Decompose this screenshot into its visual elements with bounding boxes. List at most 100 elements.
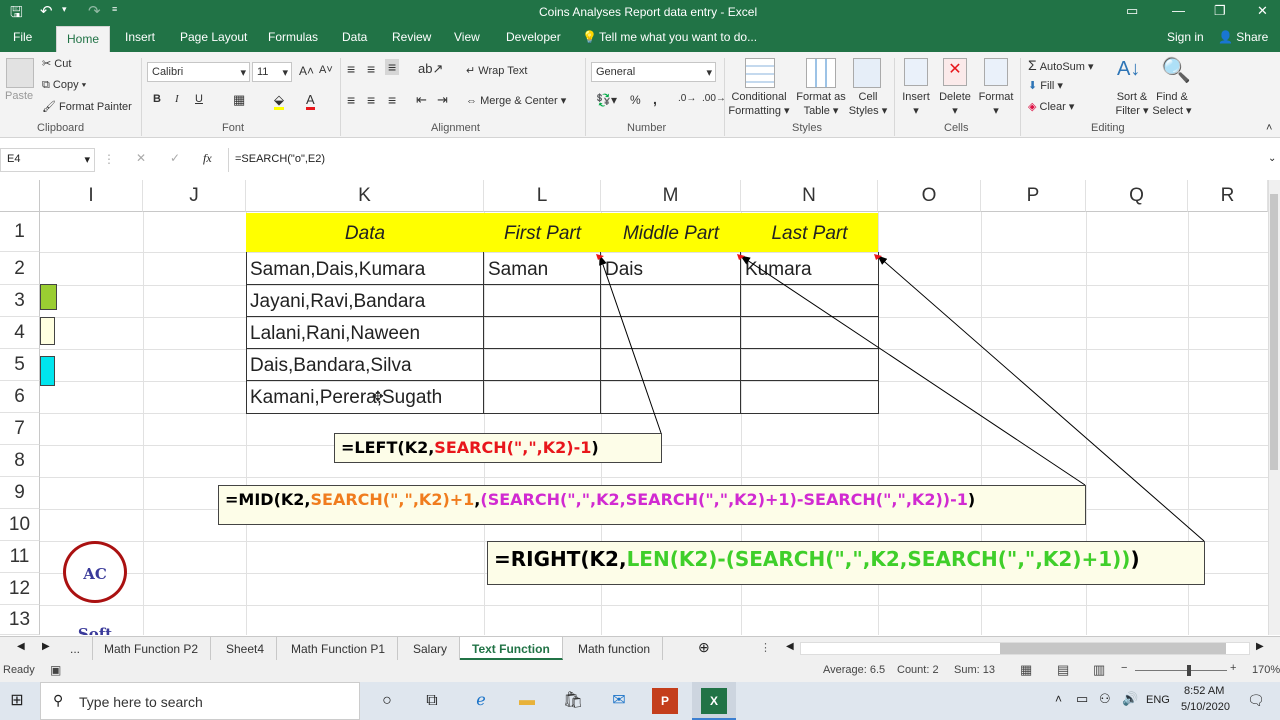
file-explorer-icon[interactable]: ▬ — [514, 688, 540, 714]
horizontal-scroll-thumb[interactable] — [1000, 643, 1226, 654]
macro-record-icon[interactable]: ▣ — [50, 663, 61, 677]
sheet-tab-text-function[interactable]: Text Function — [460, 637, 563, 660]
show-hidden-icons[interactable]: ˄ — [1055, 692, 1062, 706]
sheet-tab-salary[interactable]: Salary — [401, 637, 461, 660]
formula-input[interactable]: =SEARCH("o",E2) — [228, 148, 1268, 172]
powerpoint-icon[interactable]: P — [652, 688, 678, 714]
tell-me-search[interactable]: Tell me what you want to do... — [599, 30, 757, 44]
add-sheet-icon[interactable]: ⊕ — [698, 639, 710, 656]
tab-review[interactable]: Review — [392, 30, 431, 44]
bold-button[interactable]: B — [153, 93, 161, 105]
store-icon[interactable]: 🛍 — [560, 688, 586, 714]
increase-font-icon[interactable]: A˄ — [299, 64, 314, 78]
cancel-icon[interactable]: ✕ — [136, 151, 146, 165]
merge-center-button[interactable]: ⇔ Merge & Center ▾ — [466, 94, 566, 107]
normal-view-icon[interactable]: ▦ — [1020, 662, 1032, 678]
align-left-icon[interactable]: ≡ — [347, 92, 355, 108]
tab-formulas[interactable]: Formulas — [268, 30, 318, 44]
cell-styles-button[interactable]: Cell Styles ▾ — [848, 90, 888, 118]
taskbar-search-box[interactable]: ⚲ Type here to search — [40, 682, 360, 720]
sheet-tab-math-function-p2[interactable]: Math Function P2 — [92, 637, 212, 660]
clock-time[interactable]: 8:52 AM — [1184, 685, 1224, 697]
task-view-icon[interactable]: ⧉ — [419, 688, 445, 714]
insert-function-button[interactable]: fx — [203, 151, 212, 166]
language-indicator[interactable]: ENG — [1146, 694, 1170, 706]
align-bottom-icon[interactable]: ≡ — [385, 59, 400, 75]
align-top-icon[interactable]: ≡ — [347, 61, 355, 77]
comma-button[interactable]: , — [653, 91, 657, 107]
hscroll-left-icon[interactable]: ◀ — [786, 641, 794, 652]
copy-button[interactable]: ⧉ Copy ▾ — [42, 79, 86, 92]
customize-qat-icon[interactable]: ≡ — [112, 4, 117, 14]
align-center-icon[interactable]: ≡ — [367, 92, 375, 108]
mail-icon[interactable]: ✉ — [606, 688, 632, 714]
minimize-button[interactable]: — — [1172, 3, 1185, 18]
number-format-combo[interactable]: General ▾ — [591, 62, 716, 82]
volume-icon[interactable]: 🔊 — [1122, 691, 1138, 707]
cortana-icon[interactable]: ○ — [374, 688, 400, 714]
sign-in-link[interactable]: Sign in — [1167, 30, 1204, 44]
zoom-out-button[interactable]: − — [1121, 662, 1127, 674]
edge-icon[interactable]: ℯ — [468, 688, 494, 714]
align-right-icon[interactable]: ≡ — [388, 92, 396, 108]
align-middle-icon[interactable]: ≡ — [367, 61, 375, 77]
scroll-left-icon[interactable]: ◀ — [17, 641, 25, 652]
percent-button[interactable]: % — [630, 93, 641, 107]
zoom-level[interactable]: 170% — [1252, 664, 1280, 676]
vertical-scroll-thumb[interactable] — [1270, 194, 1278, 470]
undo-icon[interactable]: ↶ — [40, 2, 53, 20]
restore-button[interactable]: ❐ — [1214, 3, 1226, 19]
fill-color-icon[interactable]: ⬙ — [274, 92, 284, 110]
format-as-table-button[interactable]: Format as Table ▾ — [793, 90, 849, 118]
name-box[interactable]: E4 ▾ — [0, 148, 95, 172]
decrease-decimal-icon[interactable]: .00→ — [702, 93, 726, 104]
enter-icon[interactable]: ✓ — [170, 151, 180, 165]
decrease-indent-icon[interactable]: ⇤ — [416, 92, 427, 108]
find-select-button[interactable]: Find & Select ▾ — [1151, 90, 1193, 118]
ribbon-display-options-icon[interactable]: ▭ — [1126, 3, 1138, 19]
redo-icon[interactable]: ↷ — [88, 2, 101, 20]
tab-file[interactable]: File — [13, 30, 32, 44]
paste-button[interactable]: Paste — [5, 90, 33, 102]
italic-button[interactable]: I — [175, 93, 179, 105]
underline-button[interactable]: U — [195, 93, 203, 105]
notifications-icon[interactable]: 🗨 — [1247, 692, 1265, 709]
conditional-formatting-button[interactable]: Conditional Formatting ▾ — [726, 90, 792, 118]
network-icon[interactable]: ▭ — [1076, 691, 1088, 707]
paste-icon[interactable] — [6, 58, 34, 88]
font-name-combo[interactable]: Calibri ▾ — [147, 62, 250, 82]
sheet-tab-sheet4[interactable]: Sheet4 — [214, 637, 278, 660]
share-button[interactable]: 👤 Share — [1218, 30, 1268, 44]
insert-cells-button[interactable]: Insert ▾ — [898, 90, 934, 118]
decrease-font-icon[interactable]: A˅ — [319, 64, 333, 76]
delete-cells-button[interactable]: Delete ▾ — [936, 90, 974, 118]
excel-taskbar-button[interactable]: X — [692, 682, 736, 720]
clock-date[interactable]: 5/10/2020 — [1181, 701, 1230, 713]
increase-indent-icon[interactable]: ⇥ — [437, 92, 448, 108]
hscroll-right-icon[interactable]: ▶ — [1256, 641, 1264, 652]
autosum-button[interactable]: Σ AutoSum ▾ — [1028, 57, 1094, 73]
sheet-tab-more[interactable]: ... — [58, 637, 94, 660]
network-status-icon[interactable]: ⚇ — [1099, 691, 1111, 707]
zoom-slider[interactable] — [1135, 670, 1227, 671]
currency-icon[interactable]: 💱▾ — [596, 93, 617, 107]
format-painter-button[interactable]: 🖌 Format Painter — [42, 100, 132, 113]
tab-insert[interactable]: Insert — [125, 30, 155, 44]
borders-icon[interactable]: ▦ — [233, 92, 245, 108]
fill-button[interactable]: ⬇ Fill ▾ — [1028, 79, 1063, 92]
increase-decimal-icon[interactable]: .0→ — [678, 93, 696, 104]
tab-developer[interactable]: Developer — [506, 30, 561, 44]
tab-data[interactable]: Data — [342, 30, 367, 44]
scroll-right-icon[interactable]: ▶ — [42, 641, 50, 652]
clear-button[interactable]: ◈ Clear ▾ — [1028, 100, 1074, 113]
cut-button[interactable]: ✂ Cut — [42, 57, 71, 70]
font-size-combo[interactable]: 11 ▾ — [252, 62, 292, 82]
page-layout-view-icon[interactable]: ▤ — [1057, 662, 1069, 678]
tab-view[interactable]: View — [454, 30, 480, 44]
font-color-icon[interactable]: A — [306, 92, 315, 110]
sheet-tab-math-function-p1[interactable]: Math Function P1 — [279, 637, 399, 660]
expand-formula-icon[interactable]: ⌄ — [1268, 153, 1276, 164]
sort-filter-button[interactable]: Sort & Filter ▾ — [1111, 90, 1153, 118]
orientation-icon[interactable]: ab↗ — [418, 61, 443, 77]
undo-dropdown-icon[interactable]: ▾ — [62, 4, 67, 15]
